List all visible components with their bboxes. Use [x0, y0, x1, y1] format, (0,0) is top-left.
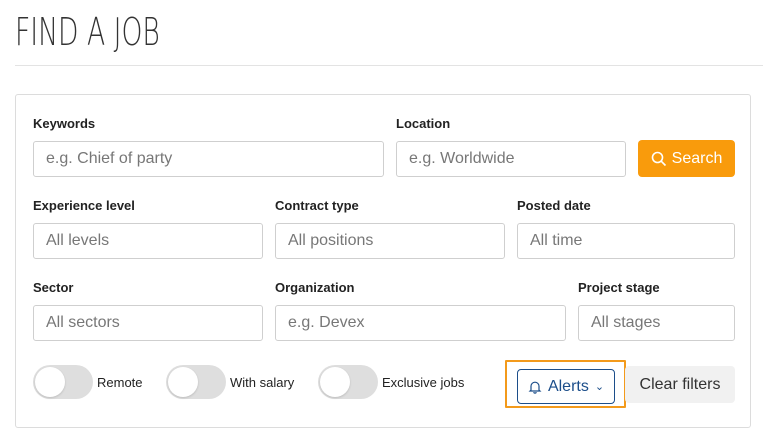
- keywords-placeholder: e.g. Chief of party: [46, 150, 173, 167]
- experience-value: All levels: [46, 232, 110, 249]
- toggle-knob: [35, 367, 65, 397]
- location-label: Location: [396, 116, 451, 131]
- exclusive-jobs-toggle[interactable]: [318, 365, 378, 399]
- alerts-button-label: Alerts: [547, 377, 589, 395]
- contract-label: Contract type: [275, 198, 359, 213]
- bell-icon: [528, 381, 542, 394]
- search-button-label: Search: [671, 149, 723, 167]
- contract-select[interactable]: All positions: [275, 223, 505, 259]
- alerts-button[interactable]: Alerts ⌄: [517, 369, 615, 404]
- remote-toggle-label: Remote: [97, 375, 143, 390]
- with-salary-toggle[interactable]: [166, 365, 226, 399]
- with-salary-toggle-label: With salary: [230, 375, 295, 390]
- posted-value: All time: [530, 232, 583, 249]
- toggle-knob: [320, 367, 350, 397]
- title-divider: [15, 65, 763, 66]
- posted-label: Posted date: [517, 198, 591, 213]
- experience-label: Experience level: [33, 198, 135, 213]
- alerts-highlight: Alerts ⌄: [505, 360, 626, 408]
- contract-value: All positions: [288, 232, 374, 249]
- sector-select[interactable]: All sectors: [33, 305, 263, 341]
- project-stage-select[interactable]: All stages: [578, 305, 735, 341]
- project-stage-label: Project stage: [578, 280, 660, 295]
- organization-label: Organization: [275, 280, 355, 295]
- project-stage-value: All stages: [591, 314, 661, 331]
- location-placeholder: e.g. Worldwide: [409, 150, 515, 167]
- job-filter-panel: Keywords e.g. Chief of party Location e.…: [15, 94, 751, 428]
- chevron-down-icon: ⌄: [594, 381, 605, 393]
- sector-label: Sector: [33, 280, 74, 295]
- clear-filters-button[interactable]: Clear filters: [625, 366, 735, 403]
- remote-toggle[interactable]: [33, 365, 93, 399]
- page-title: FIND A JOB: [15, 10, 160, 54]
- experience-select[interactable]: All levels: [33, 223, 263, 259]
- organization-input[interactable]: e.g. Devex: [275, 305, 566, 341]
- exclusive-jobs-toggle-label: Exclusive jobs: [382, 375, 465, 390]
- search-button[interactable]: Search: [638, 140, 735, 177]
- posted-select[interactable]: All time: [517, 223, 735, 259]
- keywords-input[interactable]: e.g. Chief of party: [33, 141, 384, 177]
- keywords-label: Keywords: [33, 116, 96, 131]
- toggle-knob: [168, 367, 198, 397]
- location-input[interactable]: e.g. Worldwide: [396, 141, 626, 177]
- sector-value: All sectors: [46, 314, 120, 331]
- search-icon: [651, 151, 666, 166]
- organization-placeholder: e.g. Devex: [288, 314, 365, 331]
